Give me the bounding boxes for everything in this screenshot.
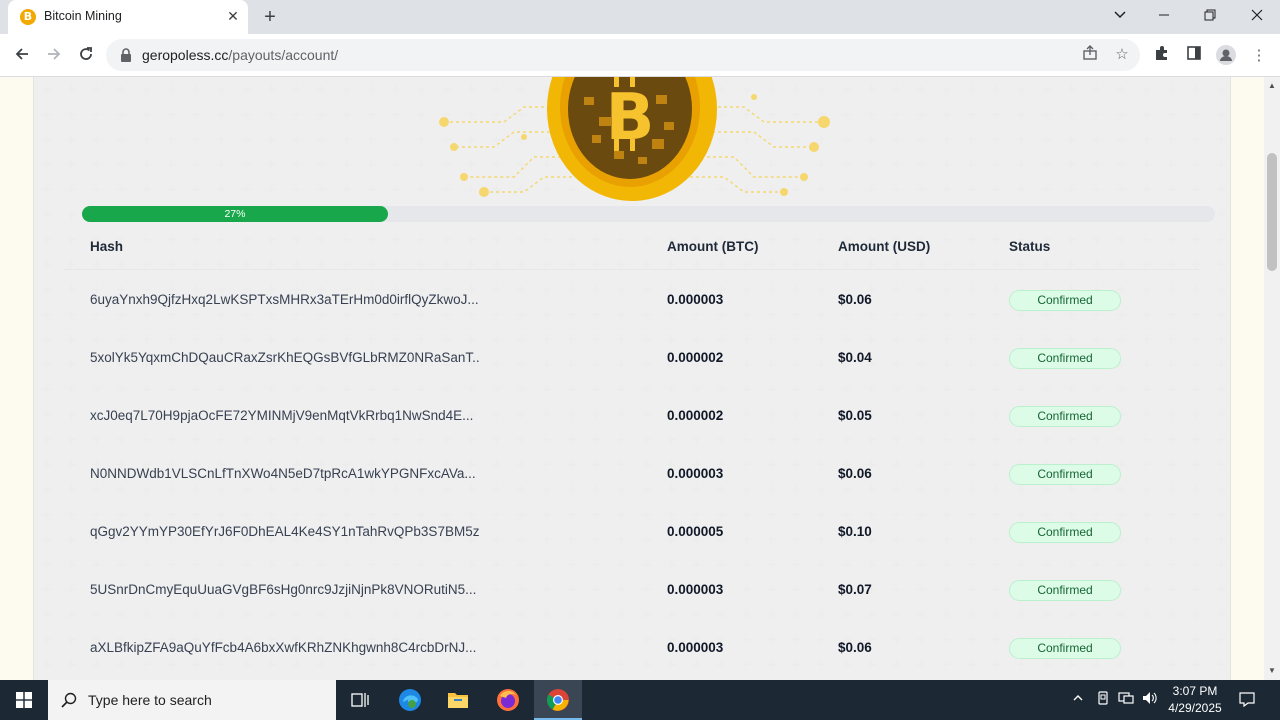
profile-avatar-icon[interactable] bbox=[1215, 45, 1237, 67]
device-icon[interactable] bbox=[1094, 691, 1112, 709]
reload-button[interactable] bbox=[72, 42, 100, 70]
row-amount-btc: 0.000003 bbox=[667, 292, 724, 307]
header-hash: Hash bbox=[90, 239, 124, 254]
tab-strip: B Bitcoin Mining ✕ + bbox=[0, 0, 1280, 34]
share-icon[interactable] bbox=[1080, 45, 1100, 65]
bitcoin-favicon-icon: B bbox=[20, 9, 36, 25]
notifications-icon[interactable] bbox=[1238, 691, 1256, 709]
progress-fill: 27% bbox=[82, 206, 388, 222]
row-amount-btc: 0.000003 bbox=[667, 640, 724, 655]
tray-overflow-chevron-icon[interactable] bbox=[1069, 691, 1087, 709]
forward-button[interactable] bbox=[40, 42, 68, 70]
browser-tab[interactable]: B Bitcoin Mining ✕ bbox=[8, 0, 248, 34]
search-placeholder: Type here to search bbox=[88, 692, 212, 708]
table-row: xcJ0eq7L70H9pjaOcFE72YMINMjV9enMqtVkRrbq… bbox=[64, 387, 1199, 445]
table-row: N0NNDWdb1VLSCnLfTnXWo4N5eD7tpRcA1wkYPGNF… bbox=[64, 445, 1199, 503]
url-text: geropoless.cc/payouts/account/ bbox=[142, 47, 338, 63]
table-row: 5xolYk5YqxmChDQauCRaxZsrKhEQGsBVfGLbRMZ0… bbox=[64, 329, 1199, 387]
row-amount-usd: $0.06 bbox=[838, 640, 872, 655]
close-window-button[interactable] bbox=[1243, 4, 1271, 28]
chrome-icon bbox=[547, 689, 569, 711]
payouts-card: B 27% Hash Amount (BTC) Amount (USD) Sta… bbox=[33, 77, 1232, 680]
volume-icon[interactable] bbox=[1141, 691, 1159, 709]
row-amount-usd: $0.07 bbox=[838, 582, 872, 597]
row-hash: 5USnrDnCmyEquUuaGVgBF6sHg0nrc9JzjiNjnPk8… bbox=[90, 582, 477, 597]
task-view-button[interactable] bbox=[336, 680, 384, 720]
start-button[interactable] bbox=[0, 680, 48, 720]
row-amount-btc: 0.000003 bbox=[667, 466, 724, 481]
row-amount-usd: $0.04 bbox=[838, 350, 872, 365]
back-button[interactable] bbox=[8, 42, 36, 70]
scroll-down-arrow-icon[interactable]: ▼ bbox=[1268, 666, 1276, 675]
url-host: geropoless.cc bbox=[142, 47, 229, 63]
table-row: 5USnrDnCmyEquUuaGVgBF6sHg0nrc9JzjiNjnPk8… bbox=[64, 561, 1199, 619]
browser-toolbar: geropoless.cc/payouts/account/ ☆ ⋮ bbox=[0, 34, 1280, 77]
taskbar-chrome[interactable] bbox=[534, 680, 582, 720]
page-viewport: B 27% Hash Amount (BTC) Amount (USD) Sta… bbox=[0, 77, 1264, 680]
task-view-icon bbox=[351, 693, 369, 707]
table-row: 6uyaYnxh9QjfzHxq2LwKSPTxsMHRx3aTErHm0d0i… bbox=[64, 271, 1199, 329]
lock-icon[interactable] bbox=[120, 47, 132, 63]
payout-progress-bar: 27% bbox=[82, 206, 1215, 222]
header-status: Status bbox=[1009, 239, 1051, 254]
header-amount-btc: Amount (BTC) bbox=[667, 239, 759, 254]
clock-time: 3:07 PM bbox=[1172, 684, 1218, 698]
network-icon[interactable] bbox=[1117, 691, 1135, 709]
payouts-table-header: Hash Amount (BTC) Amount (USD) Status bbox=[64, 227, 1199, 270]
status-badge: Confirmed bbox=[1009, 406, 1121, 427]
clock-date: 4/29/2025 bbox=[1168, 701, 1222, 715]
scroll-up-arrow-icon[interactable]: ▲ bbox=[1268, 81, 1276, 90]
address-bar[interactable]: geropoless.cc/payouts/account/ ☆ bbox=[106, 39, 1140, 71]
taskbar-search-box[interactable]: Type here to search bbox=[48, 680, 336, 720]
tab-search-chevron-icon[interactable] bbox=[1106, 4, 1134, 28]
windows-taskbar: Type here to search 3:07 PM 4/29/2025 bbox=[0, 680, 1280, 720]
row-amount-btc: 0.000005 bbox=[667, 524, 724, 539]
firefox-icon bbox=[497, 689, 519, 711]
folder-icon bbox=[448, 693, 468, 708]
close-tab-icon[interactable]: ✕ bbox=[224, 7, 242, 25]
edge-icon bbox=[399, 689, 421, 711]
status-badge: Confirmed bbox=[1009, 464, 1121, 485]
extensions-puzzle-icon[interactable] bbox=[1151, 45, 1173, 67]
row-hash: N0NNDWdb1VLSCnLfTnXWo4N5eD7tpRcA1wkYPGNF… bbox=[90, 466, 476, 481]
status-badge: Confirmed bbox=[1009, 348, 1121, 369]
status-badge: Confirmed bbox=[1009, 522, 1121, 543]
restore-button[interactable] bbox=[1196, 4, 1224, 28]
new-tab-button[interactable]: + bbox=[258, 5, 282, 29]
url-path: /payouts/account/ bbox=[228, 47, 339, 63]
minimize-button[interactable] bbox=[1150, 4, 1178, 28]
status-badge: Confirmed bbox=[1009, 580, 1121, 601]
row-amount-usd: $0.05 bbox=[838, 408, 872, 423]
windows-logo-icon bbox=[16, 692, 32, 708]
taskbar-clock[interactable]: 3:07 PM 4/29/2025 bbox=[1166, 683, 1224, 717]
row-hash: xcJ0eq7L70H9pjaOcFE72YMINMjV9enMqtVkRrbq… bbox=[90, 408, 474, 423]
bookmark-star-icon[interactable]: ☆ bbox=[1112, 45, 1132, 65]
taskbar-file-explorer[interactable] bbox=[434, 680, 482, 720]
bitcoin-coin-illustration: B bbox=[439, 77, 830, 201]
side-panel-icon[interactable] bbox=[1183, 45, 1205, 67]
status-badge: Confirmed bbox=[1009, 290, 1121, 311]
row-amount-usd: $0.10 bbox=[838, 524, 872, 539]
search-icon bbox=[61, 692, 77, 708]
row-amount-usd: $0.06 bbox=[838, 466, 872, 481]
row-hash: aXLBfkipZFA9aQuYfFcb4A6bxXwfKRhZNKhgwnh8… bbox=[90, 640, 477, 655]
row-amount-btc: 0.000003 bbox=[667, 582, 724, 597]
page-scrollbar[interactable]: ▲ ▼ bbox=[1264, 77, 1280, 680]
table-row: aXLBfkipZFA9aQuYfFcb4A6bxXwfKRhZNKhgwnh8… bbox=[64, 619, 1199, 677]
row-hash: qGgv2YYmYP30EfYrJ6F0DhEAL4Ke4SY1nTahRvQP… bbox=[90, 524, 480, 539]
row-hash: 5xolYk5YqxmChDQauCRaxZsrKhEQGsBVfGLbRMZ0… bbox=[90, 350, 480, 365]
header-amount-usd: Amount (USD) bbox=[838, 239, 931, 254]
table-row: qGgv2YYmYP30EfYrJ6F0DhEAL4Ke4SY1nTahRvQP… bbox=[64, 503, 1199, 561]
taskbar-firefox[interactable] bbox=[484, 680, 532, 720]
row-hash: 6uyaYnxh9QjfzHxq2LwKSPTxsMHRx3aTErHm0d0i… bbox=[90, 292, 479, 307]
browser-menu-icon[interactable]: ⋮ bbox=[1248, 45, 1270, 67]
scrollbar-thumb[interactable] bbox=[1267, 153, 1277, 271]
row-amount-btc: 0.000002 bbox=[667, 408, 724, 423]
row-amount-btc: 0.000002 bbox=[667, 350, 724, 365]
tab-title: Bitcoin Mining bbox=[44, 9, 122, 23]
taskbar-edge[interactable] bbox=[386, 680, 434, 720]
status-badge: Confirmed bbox=[1009, 638, 1121, 659]
row-amount-usd: $0.06 bbox=[838, 292, 872, 307]
